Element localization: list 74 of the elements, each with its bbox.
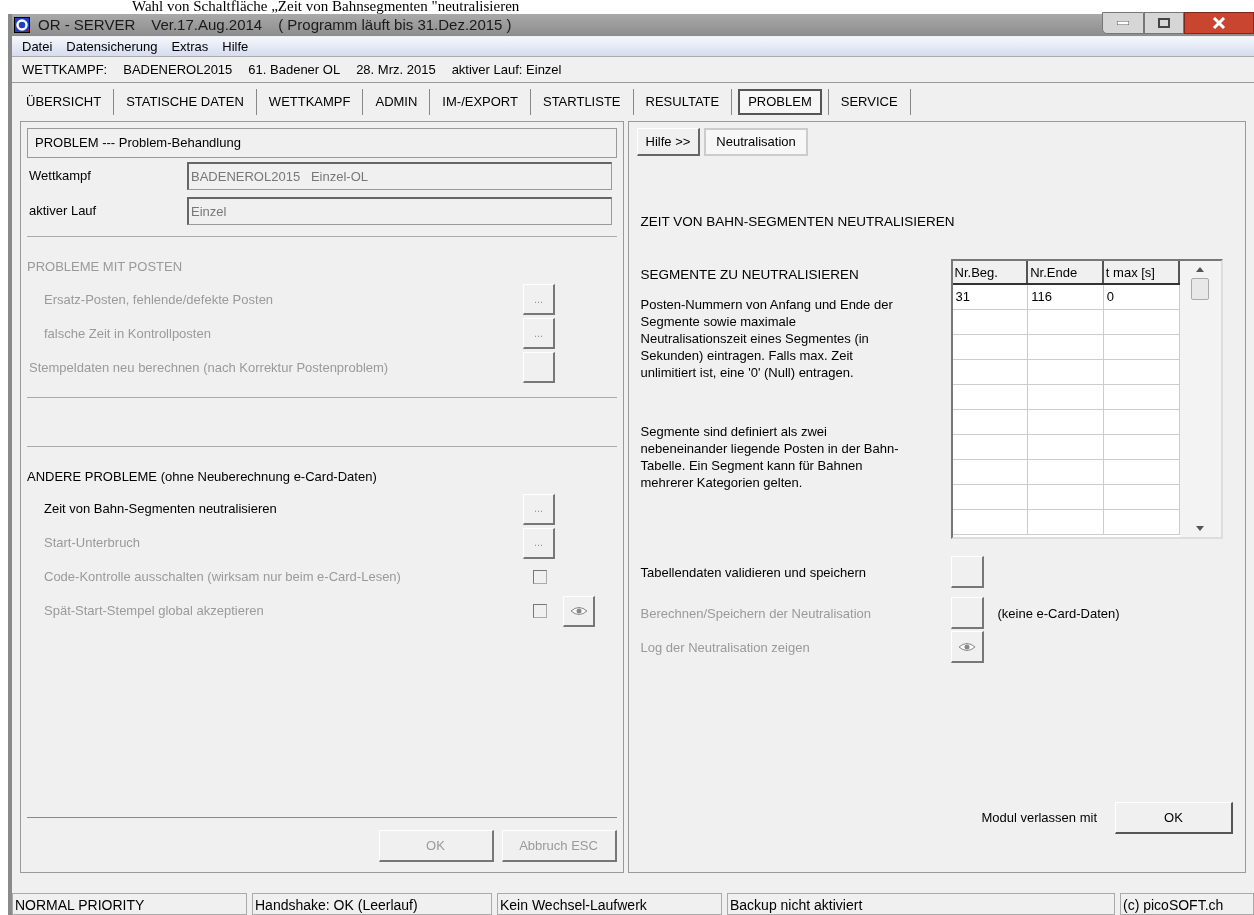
option-label: Stempeldaten neu berechnen (nach Korrektur Postenproblem) <box>28 358 390 377</box>
minimize-icon <box>1117 21 1129 25</box>
scroll-thumb[interactable] <box>1191 278 1209 301</box>
tab[interactable]: RESULTATE <box>633 89 732 115</box>
maximize-icon <box>1158 18 1170 28</box>
status-text: Backup nicht aktiviert <box>727 893 1115 915</box>
window-version: Ver.17.Aug.2014 <box>151 14 263 35</box>
info-text: 61. Badener OL <box>248 60 341 79</box>
tab[interactable]: STATISCHE DATEN <box>114 89 256 115</box>
close-icon <box>1212 17 1226 29</box>
option-label: Code-Kontrolle ausschalten (wirksam nur beim e-Card-Lesen) <box>43 568 402 587</box>
option-label: Spät-Start-Stempel global akzeptieren <box>43 602 265 621</box>
table-cell: 31 <box>952 285 1029 310</box>
menu-item[interactable]: Extras <box>171 36 209 57</box>
section-title: ZEIT VON BAHN-SEGMENTEN NEUTRALISIEREN <box>639 213 956 231</box>
table-cell: 0 <box>1103 285 1180 310</box>
app-logo-icon <box>14 17 30 33</box>
action-label: Tabellendaten validieren und speichern <box>639 563 867 582</box>
panel-tab[interactable]: Neutralisation <box>704 128 808 156</box>
ok-button[interactable]: OK <box>1115 802 1233 834</box>
action-button[interactable] <box>950 556 984 589</box>
column-header: Nr.Beg. <box>952 261 1029 284</box>
help-text: Posten-Nummern von Anfang und Ende der Segmente sowie maximale Neutralisationszeit eines Segmentes (in Sekunden) eintragen. Falls max. Zeit unlimitiert ist, eine '0' (Null) entragen. <box>640 295 894 381</box>
tab[interactable]: ÜBERSICHT <box>14 89 114 115</box>
window-title: OR - SERVER <box>38 14 136 35</box>
minimize-button[interactable] <box>1102 12 1144 34</box>
text-field[interactable]: Einzel <box>187 197 612 225</box>
field-label: aktiver Lauf <box>28 202 98 221</box>
eye-icon <box>957 641 976 652</box>
menu-item[interactable]: Datei <box>22 36 53 57</box>
exit-label: Modul verlassen mit <box>981 809 1097 828</box>
status-text: NORMAL PRIORITY <box>12 893 247 915</box>
menu-item[interactable]: Datensicherung <box>66 36 158 57</box>
maximize-button[interactable] <box>1144 12 1184 34</box>
column-header: Nr.Ende <box>1028 261 1104 284</box>
action-label: Log der Neutralisation zeigen <box>639 638 811 657</box>
close-button[interactable] <box>1184 12 1254 34</box>
info-text: BADENEROL2015 <box>123 60 233 79</box>
text-field[interactable]: BADENEROL2015 Einzel-OL <box>187 162 612 190</box>
option-label: falsche Zeit in Kontrollposten <box>43 324 212 343</box>
status-text: Handshake: OK (Leerlauf) <box>252 893 492 915</box>
eye-icon <box>569 605 588 616</box>
license-note: ( Programm läuft bis 31.Dez.2015 ) <box>278 14 512 35</box>
tab[interactable]: SERVICE <box>828 89 910 115</box>
tab[interactable]: PROBLEM <box>738 89 822 115</box>
table-cell: 116 <box>1028 285 1104 310</box>
scrollbar[interactable] <box>1179 261 1221 538</box>
scroll-up-icon[interactable] <box>1196 267 1204 273</box>
option-label: Ersatz-Posten, fehlende/defekte Posten <box>43 290 275 309</box>
section-title: ANDERE PROBLEME (ohne Neuberechnung e-Card-Daten) <box>27 467 378 486</box>
scroll-down-icon[interactable] <box>1196 526 1204 532</box>
info-text: WETTKAMPF: <box>22 60 108 79</box>
column-header: t max [s] <box>1103 261 1180 284</box>
help-text: Segmente sind definiert als zwei nebeneinander liegende Posten in der Bahn-Tabelle. Ein Segment kann für Bahnen mehrerer Kategorien gelten. <box>640 422 900 491</box>
action-label: Berechnen/Speichern der Neutralisation <box>639 604 873 623</box>
tab[interactable]: IM-/EXPORT <box>430 89 530 115</box>
option-label: Zeit von Bahn-Segmenten neutralisieren <box>43 500 278 519</box>
info-text: aktiver Lauf: Einzel <box>451 60 562 79</box>
field-label: Wettkampf <box>28 167 92 186</box>
status-text: (c) picoSOFT.ch <box>1120 893 1254 915</box>
tab[interactable]: ADMIN <box>363 89 430 115</box>
tab[interactable]: WETTKAMPF <box>256 89 363 115</box>
menu-item[interactable]: Hilfe <box>222 36 249 57</box>
status-text: Kein Wechsel-Laufwerk <box>497 893 722 915</box>
option-label: Start-Unterbruch <box>43 534 142 553</box>
document-caption: Wahl von Schaltfläche „Zeit von Bahnsegmenten "neutralisieren <box>132 0 520 14</box>
note-text: (keine e-Card-Daten) <box>997 604 1120 623</box>
panel-tab[interactable]: Hilfe >> <box>636 128 701 156</box>
eye-button[interactable] <box>563 595 595 627</box>
panel-header: PROBLEM --- Problem-Behandlung <box>27 128 617 158</box>
tab[interactable]: STARTLISTE <box>530 89 633 115</box>
section-subtitle: SEGMENTE ZU NEUTRALISIEREN <box>640 266 860 285</box>
info-text: 28. Mrz. 2015 <box>356 60 436 79</box>
section-title: PROBLEME MIT POSTEN <box>27 258 184 276</box>
